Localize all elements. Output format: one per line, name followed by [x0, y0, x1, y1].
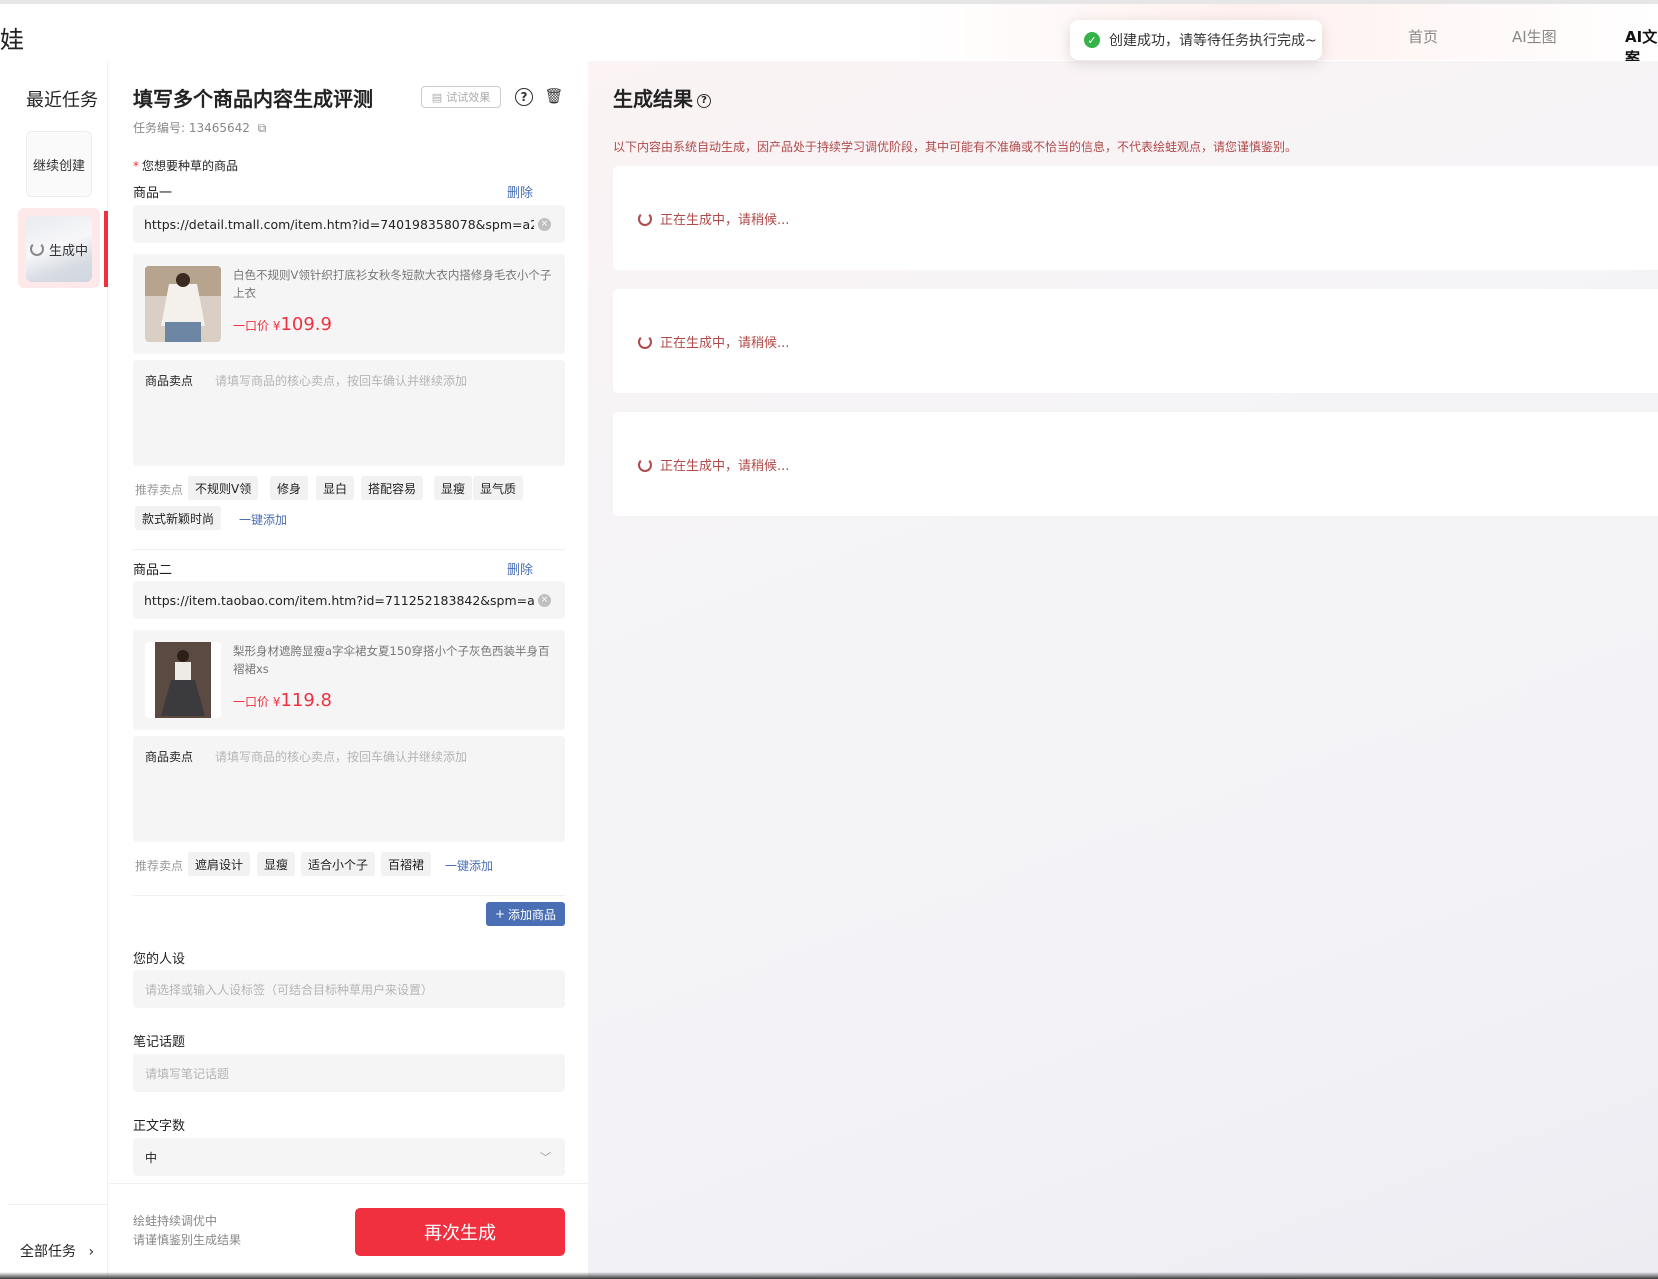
topic-input[interactable]: 请填写笔记话题 — [133, 1054, 565, 1092]
toast-text: 创建成功，请等待任务执行完成~ — [1109, 33, 1317, 49]
tag-chip[interactable]: 显白 — [316, 476, 355, 500]
product-2-selling-points-input[interactable]: 商品卖点 请填写商品的核心卖点，按回车确认并继续添加 — [133, 736, 565, 842]
form-panel: 填写多个商品内容生成评测 ▤ 试试效果 ? 🗑 任务编号: 13465642 ⧉… — [109, 61, 588, 1279]
product-2-name: 梨形身材遮胯显瘦a字伞裙女夏150穿搭小个子灰色西装半身百褶裙xs — [233, 644, 550, 676]
add-product-button[interactable]: + 添加商品 — [486, 902, 565, 926]
product-1-url-input[interactable]: https://detail.tmall.com/item.htm?id=740… — [133, 205, 565, 243]
results-panel: 生成结果? 以下内容由系统自动生成，因产品处于持续学习调优阶段，其中可能有不准确… — [588, 61, 1658, 1279]
result-card: 正在生成中，请稍候... — [613, 166, 1658, 270]
nav-ai-image[interactable]: AI生图 — [1512, 26, 1557, 47]
results-disclaimer: 以下内容由系统自动生成，因产品处于持续学习调优阶段，其中可能有不准确或不恰当的信… — [613, 140, 1298, 154]
tag-chip[interactable]: 显瘦 — [434, 476, 473, 500]
tag-chip[interactable]: 显瘦 — [257, 852, 296, 876]
selling-points-label: 商品卖点 — [145, 750, 194, 764]
result-card: 正在生成中，请稍候... — [613, 289, 1658, 393]
tag-chip[interactable]: 显气质 — [473, 476, 524, 500]
add-all-tags-link[interactable]: 一键添加 — [445, 857, 493, 874]
continue-create-button[interactable]: 继续创建 — [26, 131, 92, 197]
doc-icon: ▤ — [431, 90, 443, 104]
product-2-delete[interactable]: 删除 — [507, 559, 533, 578]
results-title: 生成结果? — [613, 83, 711, 112]
recent-tasks-sidebar: 最近任务 继续创建 生成中 全部任务 › — [8, 61, 108, 1279]
product-1-name: 白色不规则V领针织打底衫女秋冬短款大衣内搭修身毛衣小个子上衣 — [233, 268, 552, 300]
length-value: 中 — [145, 1150, 158, 1165]
chevron-down-icon: ﹀ — [540, 1151, 551, 1164]
loading-spinner-icon — [29, 242, 44, 256]
task-id: 任务编号: 13465642 ⧉ — [133, 121, 267, 135]
sidebar-title: 最近任务 — [26, 90, 98, 111]
selling-points-placeholder: 请填写商品的核心卖点，按回车确认并继续添加 — [215, 750, 468, 764]
add-all-tags-link[interactable]: 一键添加 — [239, 511, 287, 528]
loading-state: 正在生成中，请稍候... — [638, 455, 789, 474]
plus-icon: + — [494, 907, 506, 921]
help-icon[interactable]: ? — [697, 93, 711, 108]
all-tasks-link[interactable]: 全部任务 › — [20, 1241, 94, 1261]
topic-label: 笔记话题 — [133, 1035, 186, 1050]
loading-state: 正在生成中，请稍候... — [638, 209, 789, 228]
product-1-label: 商品一 — [133, 186, 173, 201]
chevron-right-icon: › — [88, 1244, 95, 1260]
loading-spinner-icon — [638, 457, 652, 472]
tag-chip[interactable]: 不规则V领 — [188, 476, 259, 500]
loading-spinner-icon — [638, 334, 652, 349]
try-effect-button[interactable]: ▤ 试试效果 — [421, 86, 501, 108]
product-2-url-input[interactable]: https://item.taobao.com/item.htm?id=7112… — [133, 581, 565, 619]
divider — [133, 895, 565, 896]
form-title: 填写多个商品内容生成评测 — [133, 87, 373, 111]
tag-chip[interactable]: 修身 — [270, 476, 309, 500]
product-1-selling-points-input[interactable]: 商品卖点 请填写商品的核心卖点，按回车确认并继续添加 — [133, 360, 565, 466]
check-circle-icon: ✓ — [1084, 32, 1100, 48]
sidebar-footer: 全部任务 › — [8, 1204, 108, 1279]
clear-icon[interactable]: × — [538, 593, 551, 607]
result-card: 正在生成中，请稍候... — [613, 412, 1658, 516]
divider — [133, 549, 565, 550]
product-2-price: 一口价 ¥119.8 — [233, 690, 332, 711]
tag-chip[interactable]: 款式新颖时尚 — [135, 506, 222, 530]
copy-icon[interactable]: ⧉ — [258, 121, 267, 135]
persona-input[interactable]: 请选择或输入人设标签（可结合目标种草用户来设置） — [133, 970, 565, 1008]
product-2-image — [145, 642, 221, 718]
tag-chip[interactable]: 百褶裙 — [381, 852, 432, 876]
active-indicator — [104, 211, 108, 287]
product-2-label: 商品二 — [133, 563, 173, 578]
tag-chip[interactable]: 适合小个子 — [301, 852, 376, 876]
brand-logo[interactable]: 娃 — [0, 20, 24, 55]
trash-icon[interactable]: 🗑 — [544, 87, 563, 105]
form-footer: 绘蛙持续调优中 请谨慎鉴别生成结果 再次生成 — [109, 1183, 588, 1279]
active-task-item[interactable]: 生成中 — [26, 216, 92, 282]
product-1-image — [145, 266, 221, 342]
footer-note-1: 绘蛙持续调优中 — [133, 1214, 218, 1228]
active-task-label: 生成中 — [48, 243, 88, 259]
length-select[interactable]: 中 ﹀ — [133, 1138, 565, 1176]
product-1-card: 白色不规则V领针织打底衫女秋冬短款大衣内搭修身毛衣小个子上衣 一口价 ¥109.… — [133, 254, 565, 354]
product-1-recommended-tags: 推荐卖点 不规则V领 修身 显白 搭配容易 显瘦 显气质 款式新颖时尚 一键添加 — [133, 476, 565, 536]
top-header: 娃 首页 AI生图 AI文案 — [0, 4, 1658, 67]
loading-spinner-icon — [638, 211, 652, 226]
selling-points-placeholder: 请填写商品的核心卖点，按回车确认并继续添加 — [215, 374, 468, 388]
product-1-delete[interactable]: 删除 — [507, 182, 533, 201]
product-2-recommended-tags: 推荐卖点 遮肩设计 显瘦 适合小个子 百褶裙 一键添加 — [133, 852, 565, 882]
regenerate-button[interactable]: 再次生成 — [355, 1208, 565, 1256]
tag-chip[interactable]: 遮肩设计 — [188, 852, 251, 876]
clear-icon[interactable]: × — [538, 217, 551, 231]
length-label: 正文字数 — [133, 1119, 186, 1134]
success-toast: ✓ 创建成功，请等待任务执行完成~ — [1070, 20, 1322, 60]
persona-label: 您的人设 — [133, 952, 186, 967]
product-1-price: 一口价 ¥109.9 — [233, 314, 332, 335]
product-2-card: 梨形身材遮胯显瘦a字伞裙女夏150穿搭小个子灰色西装半身百褶裙xs 一口价 ¥1… — [133, 630, 565, 730]
nav-home[interactable]: 首页 — [1408, 26, 1438, 47]
selling-points-label: 商品卖点 — [145, 374, 194, 388]
help-icon[interactable]: ? — [515, 88, 533, 106]
recommended-label: 推荐卖点 — [135, 859, 184, 873]
bottom-edge — [0, 1272, 1658, 1279]
loading-state: 正在生成中，请稍候... — [638, 332, 789, 351]
recommended-label: 推荐卖点 — [135, 483, 184, 497]
tag-chip[interactable]: 搭配容易 — [361, 476, 424, 500]
footer-note-2: 请谨慎鉴别生成结果 — [133, 1233, 242, 1247]
required-label: * 您想要种草的商品 — [133, 159, 239, 173]
